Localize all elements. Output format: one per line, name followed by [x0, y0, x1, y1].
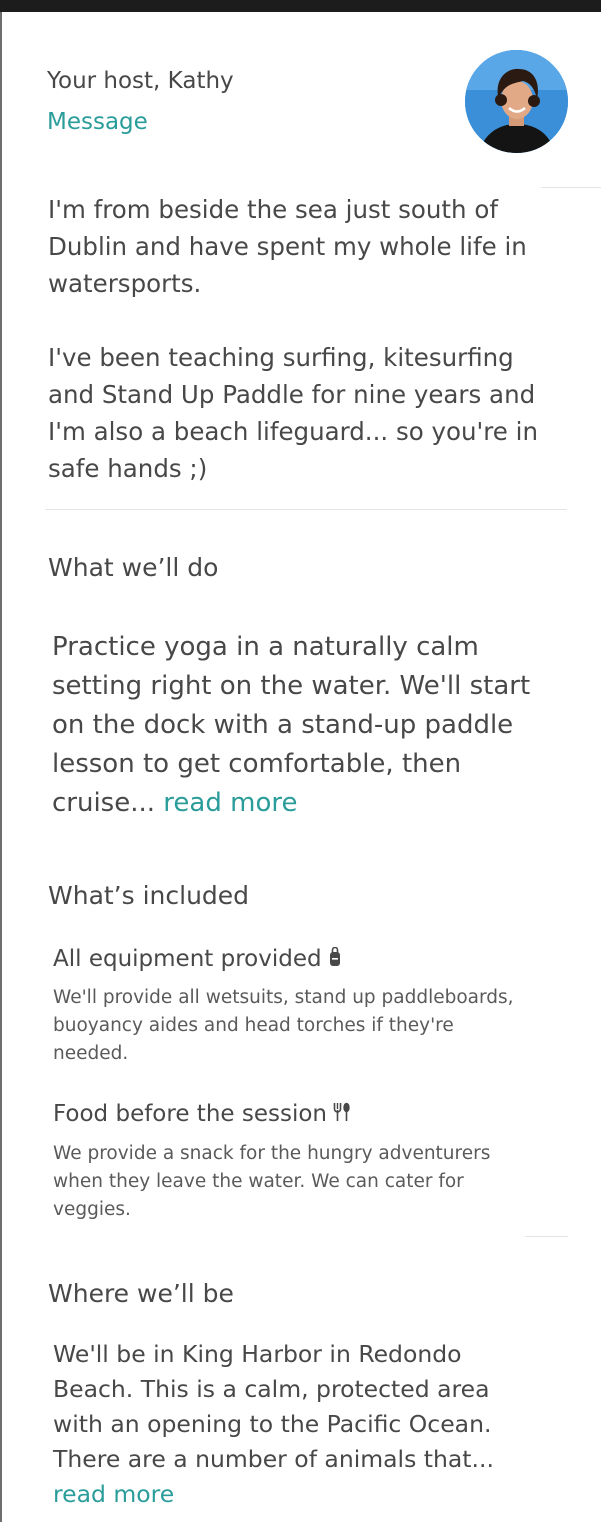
- included-item-title: Food before the session: [53, 1101, 351, 1128]
- divider-fragment: [525, 1236, 568, 1237]
- top-bar: [0, 0, 601, 12]
- section-divider: [45, 509, 567, 510]
- host-avatar[interactable]: [465, 50, 568, 153]
- included-item-label: Food before the session: [53, 1101, 327, 1127]
- included-item-label: All equipment provided: [53, 946, 322, 972]
- included-item-description: We provide a snack for the hungry advent…: [53, 1143, 491, 1220]
- host-avatar-photo: [465, 50, 568, 153]
- what-we-do-description: Practice yoga in a naturally calm settin…: [52, 628, 552, 823]
- read-more-link[interactable]: read more: [53, 1480, 174, 1508]
- fork-knife-icon: [333, 1102, 351, 1128]
- left-edge-border: [0, 12, 2, 1522]
- bio-paragraph: I'm from beside the sea just south of Du…: [48, 195, 527, 298]
- read-more-link[interactable]: read more: [163, 788, 297, 818]
- included-item-title: All equipment provided: [53, 946, 342, 973]
- whats-included-heading: What’s included: [48, 881, 250, 910]
- where-we-be-text: We'll be in King Harbor in Redondo Beach…: [53, 1340, 494, 1473]
- divider-fragment: [541, 187, 601, 188]
- backpack-icon: [328, 946, 342, 973]
- included-item-description: We'll provide all wetsuits, stand up pad…: [53, 987, 514, 1064]
- message-host-link[interactable]: Message: [47, 109, 148, 135]
- host-bio: I'm from beside the sea just south of Du…: [48, 191, 548, 487]
- bio-paragraph: I've been teaching surfing, kitesurfing …: [48, 343, 538, 483]
- host-title: Your host, Kathy: [47, 68, 234, 94]
- where-we-be-description: We'll be in King Harbor in Redondo Beach…: [53, 1337, 543, 1512]
- where-we-be-heading: Where we’ll be: [48, 1279, 234, 1308]
- what-we-do-heading: What we’ll do: [48, 553, 219, 582]
